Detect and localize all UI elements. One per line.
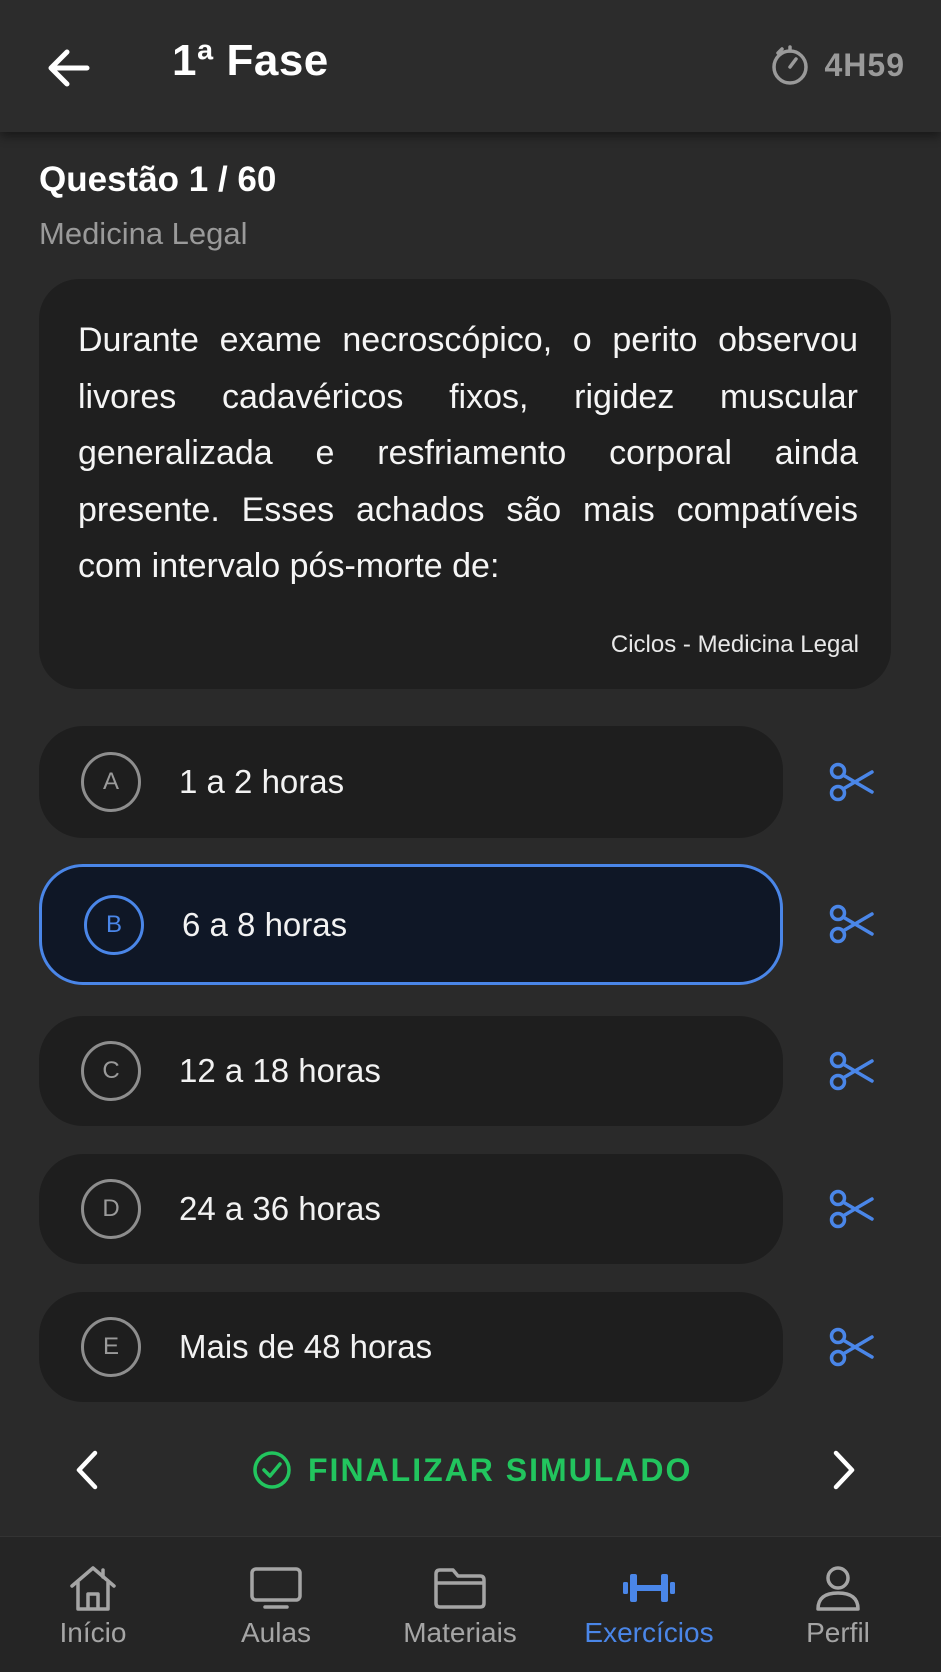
scissors-icon [829, 762, 874, 802]
option-text: 6 a 8 horas [182, 905, 348, 943]
option-text: 24 a 36 horas [179, 1190, 381, 1227]
bottom-navigation: Início Aulas Materiais Exercícios Perfil [0, 1536, 941, 1672]
home-icon [70, 1566, 116, 1611]
question-source: Ciclos - Medicina Legal [610, 631, 859, 658]
option-text: 1 a 2 horas [179, 763, 345, 800]
scissors-icon [829, 1327, 874, 1367]
nav-item-materiais[interactable]: Materiais [375, 1563, 545, 1663]
question-number: Questão 1 / 60 [39, 160, 277, 199]
top-app-bar: 1ª Fase 4H59 [0, 0, 941, 132]
timer-value: 4H59 [824, 46, 905, 83]
folder-icon [434, 1568, 486, 1609]
chevron-left-icon [76, 1450, 98, 1490]
nav-label: Materiais [403, 1617, 517, 1648]
nav-item-aulas[interactable]: Aulas [191, 1563, 361, 1663]
back-button[interactable] [40, 40, 96, 96]
scissors-icon [829, 1189, 874, 1229]
next-question-button[interactable] [815, 1442, 871, 1498]
finish-exam-label: FINALIZAR SIMULADO [308, 1451, 693, 1488]
dumbbell-icon [623, 1574, 675, 1602]
question-card: Durante exame necroscópico, o perito obs… [39, 279, 891, 689]
arrow-left-icon [48, 49, 90, 87]
nav-item-perfil[interactable]: Perfil [753, 1563, 923, 1663]
stopwatch-icon [771, 45, 808, 85]
scissors-icon [829, 904, 874, 944]
option-c[interactable]: C 12 a 18 horas [39, 1016, 783, 1126]
nav-item-inicio[interactable]: Início [8, 1563, 178, 1663]
option-letter: A [81, 752, 141, 812]
option-text: Mais de 48 horas [179, 1328, 433, 1365]
monitor-icon [250, 1567, 302, 1609]
option-letter: C [81, 1041, 141, 1101]
eliminate-option-e-button[interactable] [826, 1321, 878, 1373]
option-d[interactable]: D 24 a 36 horas [39, 1154, 783, 1264]
scissors-icon [829, 1051, 874, 1091]
eliminate-option-c-button[interactable] [826, 1045, 878, 1097]
chevron-right-icon [833, 1450, 855, 1490]
nav-item-exercicios[interactable]: Exercícios [564, 1563, 734, 1663]
exam-timer: 4H59 [769, 40, 906, 90]
user-icon [816, 1566, 860, 1611]
option-a[interactable]: A 1 a 2 horas [39, 726, 783, 838]
option-letter: B [84, 894, 144, 955]
eliminate-option-b-button[interactable] [826, 898, 878, 950]
option-letter: E [81, 1317, 141, 1377]
page-title: 1ª Fase [172, 36, 329, 85]
option-b[interactable]: B 6 a 8 horas [39, 864, 783, 985]
nav-label: Início [59, 1617, 127, 1648]
finish-exam-button[interactable]: FINALIZAR SIMULADO [252, 1448, 692, 1492]
eliminate-option-a-button[interactable] [826, 756, 878, 808]
nav-label: Perfil [806, 1617, 870, 1648]
nav-label: Aulas [240, 1617, 312, 1648]
check-circle-icon [253, 1451, 291, 1489]
option-letter: D [81, 1179, 141, 1239]
option-text: 12 a 18 horas [179, 1052, 381, 1089]
question-text: Durante exame necroscópico, o perito obs… [78, 321, 858, 585]
question-subject: Medicina Legal [39, 216, 248, 251]
nav-label: Exercícios [584, 1617, 714, 1648]
option-e[interactable]: E Mais de 48 horas [39, 1292, 783, 1402]
previous-question-button[interactable] [60, 1442, 116, 1498]
eliminate-option-d-button[interactable] [826, 1183, 878, 1235]
